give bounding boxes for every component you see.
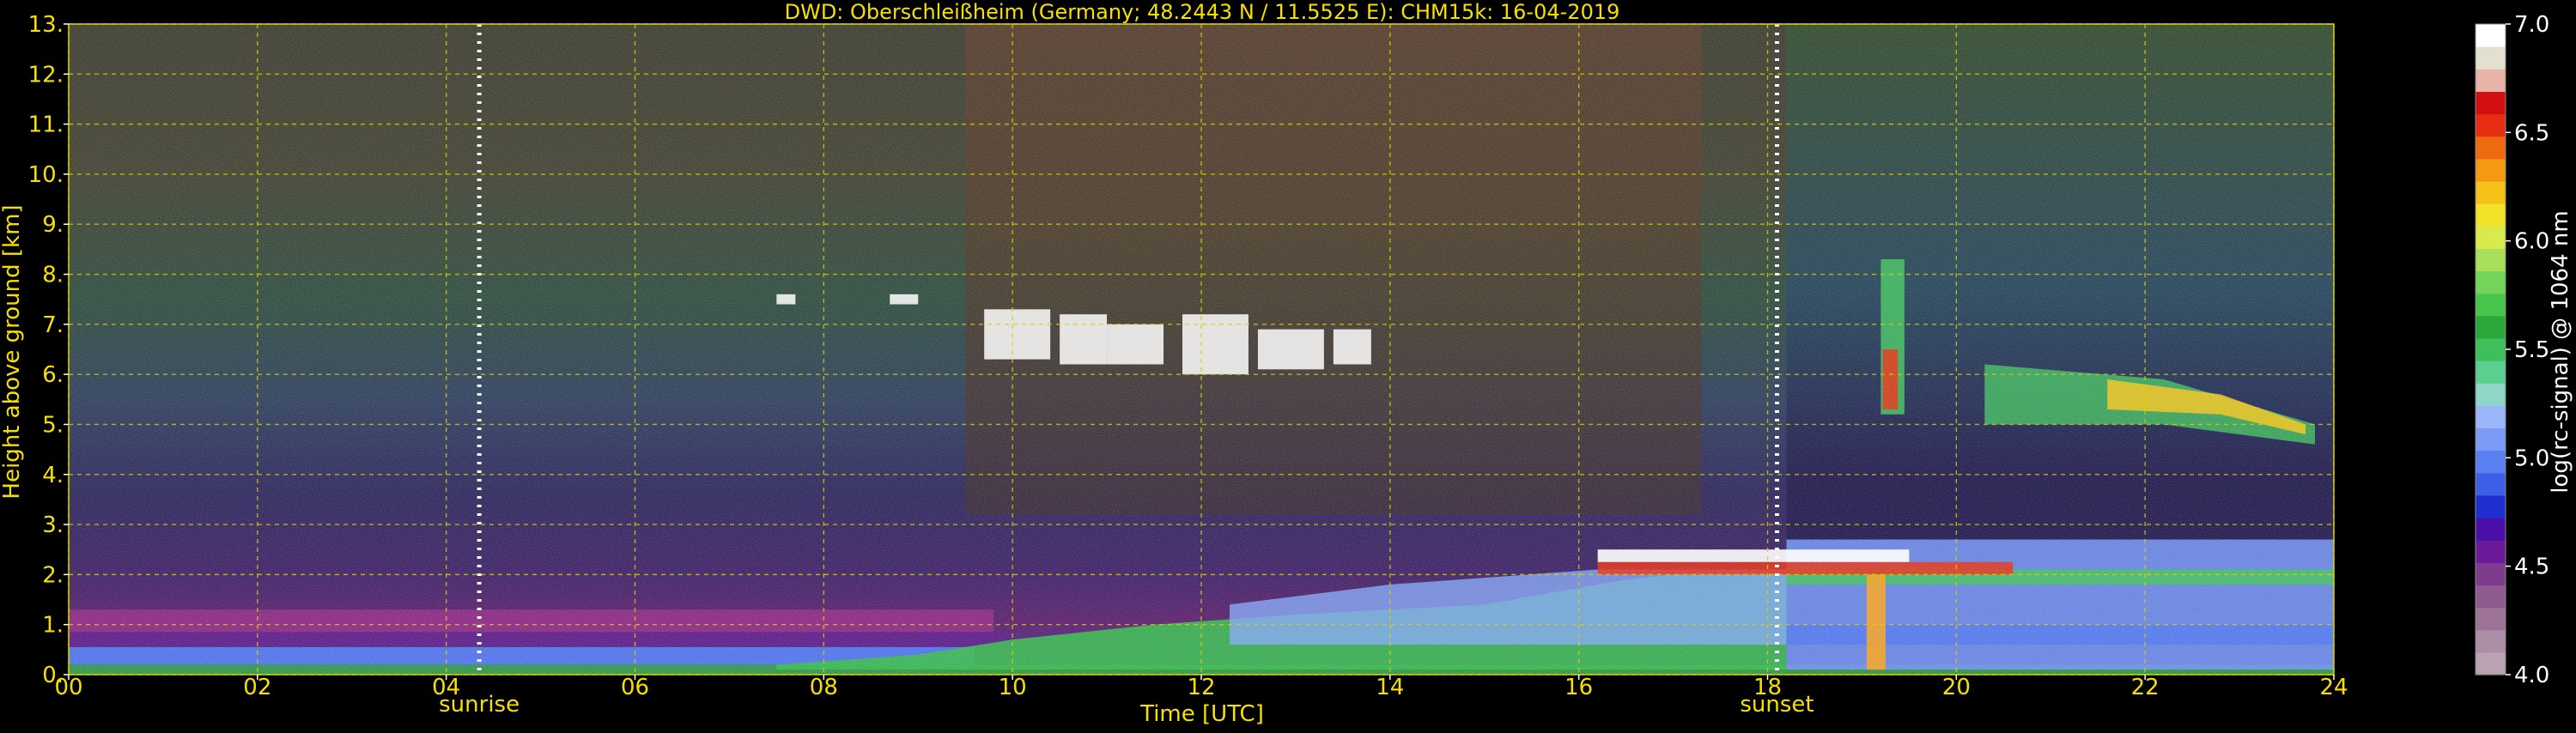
colorbar-tick-label: 6.0 [2514,229,2549,255]
x-tick-label: 10 [999,675,1027,700]
colorbar-label: log(rc-signal) @ 1064 nm [2548,210,2573,493]
colorbar-level [2476,315,2506,339]
colorbar-level [2476,405,2506,429]
x-tick-label: 22 [2131,675,2160,700]
colorbar-level [2476,136,2506,160]
y-tick-label: 9. [42,212,64,238]
x-axis-label: Time [UTC] [1139,701,1264,727]
colorbar-level [2476,651,2506,675]
y-tick-label: 6. [42,362,64,388]
y-tick-label: 12. [28,62,64,88]
x-tick-label: 04 [432,675,460,700]
colorbar-level [2476,518,2506,541]
colorbar-level [2476,629,2506,653]
colorbar-tick-label: 4.5 [2514,554,2549,580]
y-tick-label: 8. [42,263,64,288]
colorbar-level [2476,158,2506,182]
y-axis-label: Height above ground [km] [0,204,25,499]
y-tick-label: 3. [42,512,64,538]
colorbar-level [2476,203,2506,227]
x-tick-label: 08 [810,675,838,700]
colorbar-level [2476,69,2506,93]
colorbar-level [2476,607,2506,631]
y-tick-label: 4. [42,463,64,488]
y-tick-label: 11. [28,112,64,138]
colorbar-level [2476,113,2506,137]
colorbar-level [2476,472,2506,496]
colorbar-level [2476,562,2506,586]
x-tick-label: 16 [1564,675,1593,700]
x-tick-label: 24 [2319,675,2348,700]
y-tick-label: 10. [28,162,64,188]
colorbar-level [2476,383,2506,406]
x-tick-label: 06 [621,675,649,700]
colorbar-level [2476,46,2506,70]
chart-title: DWD: Oberschleißheim (Germany; 48.2443 N… [785,0,1620,24]
x-tick-label: 14 [1376,675,1404,700]
colorbar-level [2476,248,2506,272]
colorbar-tick-label: 7.0 [2514,12,2549,38]
colorbar-level [2476,360,2506,384]
y-tick-label: 5. [42,412,64,438]
colorbar-tick-label: 5.0 [2514,445,2549,471]
colorbar-level [2476,91,2506,115]
y-tick-label: 7. [42,312,64,338]
x-tick-label: 02 [243,675,271,700]
x-tick-label: 12 [1187,675,1215,700]
y-tick-label: 1. [42,613,64,639]
colorbar-level [2476,293,2506,317]
colorbar: 4.0 4.5 5.0 5.5 6.0 6.5 7.0 [2475,12,2549,688]
colorbar-tick-label: 4.0 [2514,663,2549,688]
colorbar-level [2476,494,2506,518]
colorbar-level [2476,270,2506,294]
colorbar-level [2476,450,2506,474]
colorbar-tick-label: 6.5 [2514,120,2549,146]
x-tick-label: 20 [1942,675,1971,700]
x-tick-label: 18 [1753,675,1782,700]
y-tick-label: 0. [42,663,64,688]
colorbar-level [2476,427,2506,451]
colorbar-level [2476,226,2506,249]
y-tick-label: 13. [28,12,64,38]
colorbar-level [2476,540,2506,563]
colorbar-tick-label: 5.5 [2514,337,2549,363]
colorbar-level [2476,24,2506,47]
colorbar-level [2476,585,2506,609]
colorbar-level [2476,180,2506,204]
lidar-backscatter-chart: sunrise sunset 00 02 04 06 08 10 12 14 16 18 20 22 24… [0,0,2576,730]
colorbar-level [2476,337,2506,361]
chart-svg: sunrise sunset 00 02 04 06 08 10 12 14 16 18 20 22 24… [0,0,2573,727]
y-tick-label: 2. [42,562,64,588]
